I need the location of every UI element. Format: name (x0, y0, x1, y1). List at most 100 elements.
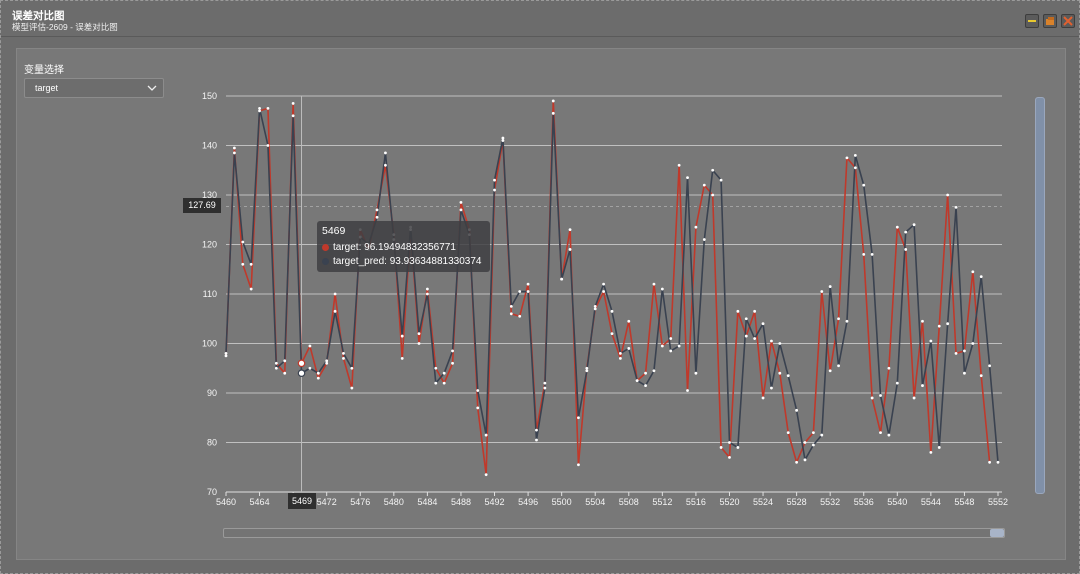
data-point-target_pred (425, 292, 429, 296)
data-point-target_pred (535, 438, 538, 442)
data-point-target (644, 371, 647, 375)
data-point-target_pred (560, 277, 564, 281)
highlight-point-target_pred (297, 369, 306, 378)
data-point-target_pred (778, 342, 782, 345)
data-point-target_pred (770, 386, 773, 390)
series-line-target_pred (225, 107, 999, 463)
data-point-target_pred (350, 366, 354, 370)
data-point-target_pred (610, 309, 614, 313)
data-point-target (308, 344, 312, 348)
data-point-target_pred (811, 443, 815, 447)
data-point-target (241, 262, 245, 266)
horizontal-zoom-slider[interactable] (223, 528, 1005, 538)
data-point-target_pred (258, 106, 261, 110)
crosshair-x-label: 5469 (288, 493, 316, 509)
data-point-target (669, 337, 673, 340)
data-point-target (333, 292, 337, 296)
vertical-zoom-slider[interactable] (1035, 97, 1045, 494)
chart-tooltip: 5469 target: 96.19494832356771 target_pr… (317, 221, 490, 272)
x-tick-label: 5460 (216, 497, 236, 507)
data-point-target (618, 356, 622, 360)
data-point-target_pred (837, 364, 840, 368)
zoom-slider-handle[interactable] (990, 529, 1004, 537)
data-point-target_pred (543, 386, 547, 390)
data-point-target (274, 361, 278, 365)
data-point-target_pred (291, 114, 295, 118)
data-point-target_pred (963, 371, 966, 375)
data-point-target (954, 352, 958, 355)
data-point-target_pred (946, 322, 950, 326)
data-point-target_pred (635, 379, 639, 383)
data-point-target_pred (803, 458, 807, 462)
data-point-target (417, 342, 421, 345)
data-point-target_pred (493, 178, 496, 182)
data-point-target (770, 339, 773, 343)
data-point-target_pred (761, 322, 765, 326)
data-point-target_pred (232, 151, 236, 155)
x-tick-label: 5464 (250, 497, 270, 507)
data-point-target (342, 356, 345, 360)
data-point-target (728, 455, 731, 459)
data-point-target (971, 270, 975, 274)
data-point-target (686, 389, 689, 392)
data-point-target_pred (342, 352, 345, 355)
data-point-target (837, 317, 840, 321)
data-point-target (744, 334, 748, 338)
data-point-target (786, 431, 790, 434)
data-point-target (518, 314, 522, 318)
crosshair-y-label: 127.69 (183, 198, 221, 213)
data-point-target_pred (895, 381, 899, 385)
data-point-target_pred (459, 208, 463, 212)
data-point-target (551, 99, 555, 103)
y-tick-label: 120 (202, 240, 217, 250)
data-point-target (316, 376, 320, 380)
x-tick-label: 5536 (854, 497, 874, 507)
data-point-target_pred (249, 262, 253, 266)
data-point-target (224, 354, 228, 358)
data-point-target_pred (400, 334, 404, 338)
data-point-target_pred (476, 389, 480, 392)
data-point-target_pred (879, 394, 882, 397)
y-tick-label: 100 (202, 339, 217, 349)
data-point-target_pred (753, 337, 757, 340)
x-tick-label: 5476 (350, 497, 370, 507)
data-point-target_pred (686, 176, 689, 180)
data-point-target (719, 446, 723, 449)
x-tick-label: 5516 (686, 497, 706, 507)
data-point-target_pred (509, 304, 513, 308)
x-tick-label: 5488 (451, 497, 471, 507)
data-point-target (577, 463, 580, 467)
x-tick-label: 5484 (417, 497, 437, 507)
data-point-target (828, 369, 832, 373)
data-point-target (963, 349, 966, 353)
data-point-target (660, 344, 664, 348)
x-tick-label: 5520 (719, 497, 739, 507)
series-line-target (225, 100, 991, 476)
data-point-target_pred (644, 384, 647, 387)
error-comparison-chart[interactable]: 7080901001101201301401505460 5464 5472 5476… (1, 1, 1080, 574)
data-point-target_pred (845, 319, 849, 323)
x-tick-label: 5524 (753, 497, 773, 507)
data-point-target (266, 106, 270, 110)
data-point-target_pred (434, 381, 438, 385)
y-tick-label: 90 (207, 388, 217, 398)
x-tick-label: 5480 (384, 497, 404, 507)
data-point-target_pred (988, 364, 992, 368)
data-point-target (283, 371, 287, 375)
data-point-target (736, 309, 740, 313)
data-point-target (501, 139, 505, 142)
x-tick-label: 5492 (485, 497, 505, 507)
y-tick-label: 110 (203, 289, 217, 299)
data-point-target_pred (694, 371, 698, 375)
data-point-target (946, 193, 950, 197)
data-point-target_pred (719, 178, 723, 182)
data-point-target (602, 290, 606, 293)
data-point-target (627, 319, 631, 323)
data-point-target_pred (375, 215, 379, 219)
tooltip-series-name: target (333, 241, 359, 253)
tooltip-series-value: 96.19494832356771 (364, 241, 456, 253)
data-point-target (325, 361, 329, 365)
data-point-target (509, 312, 513, 316)
data-point-target (988, 460, 992, 464)
data-point-target_pred (711, 168, 715, 172)
